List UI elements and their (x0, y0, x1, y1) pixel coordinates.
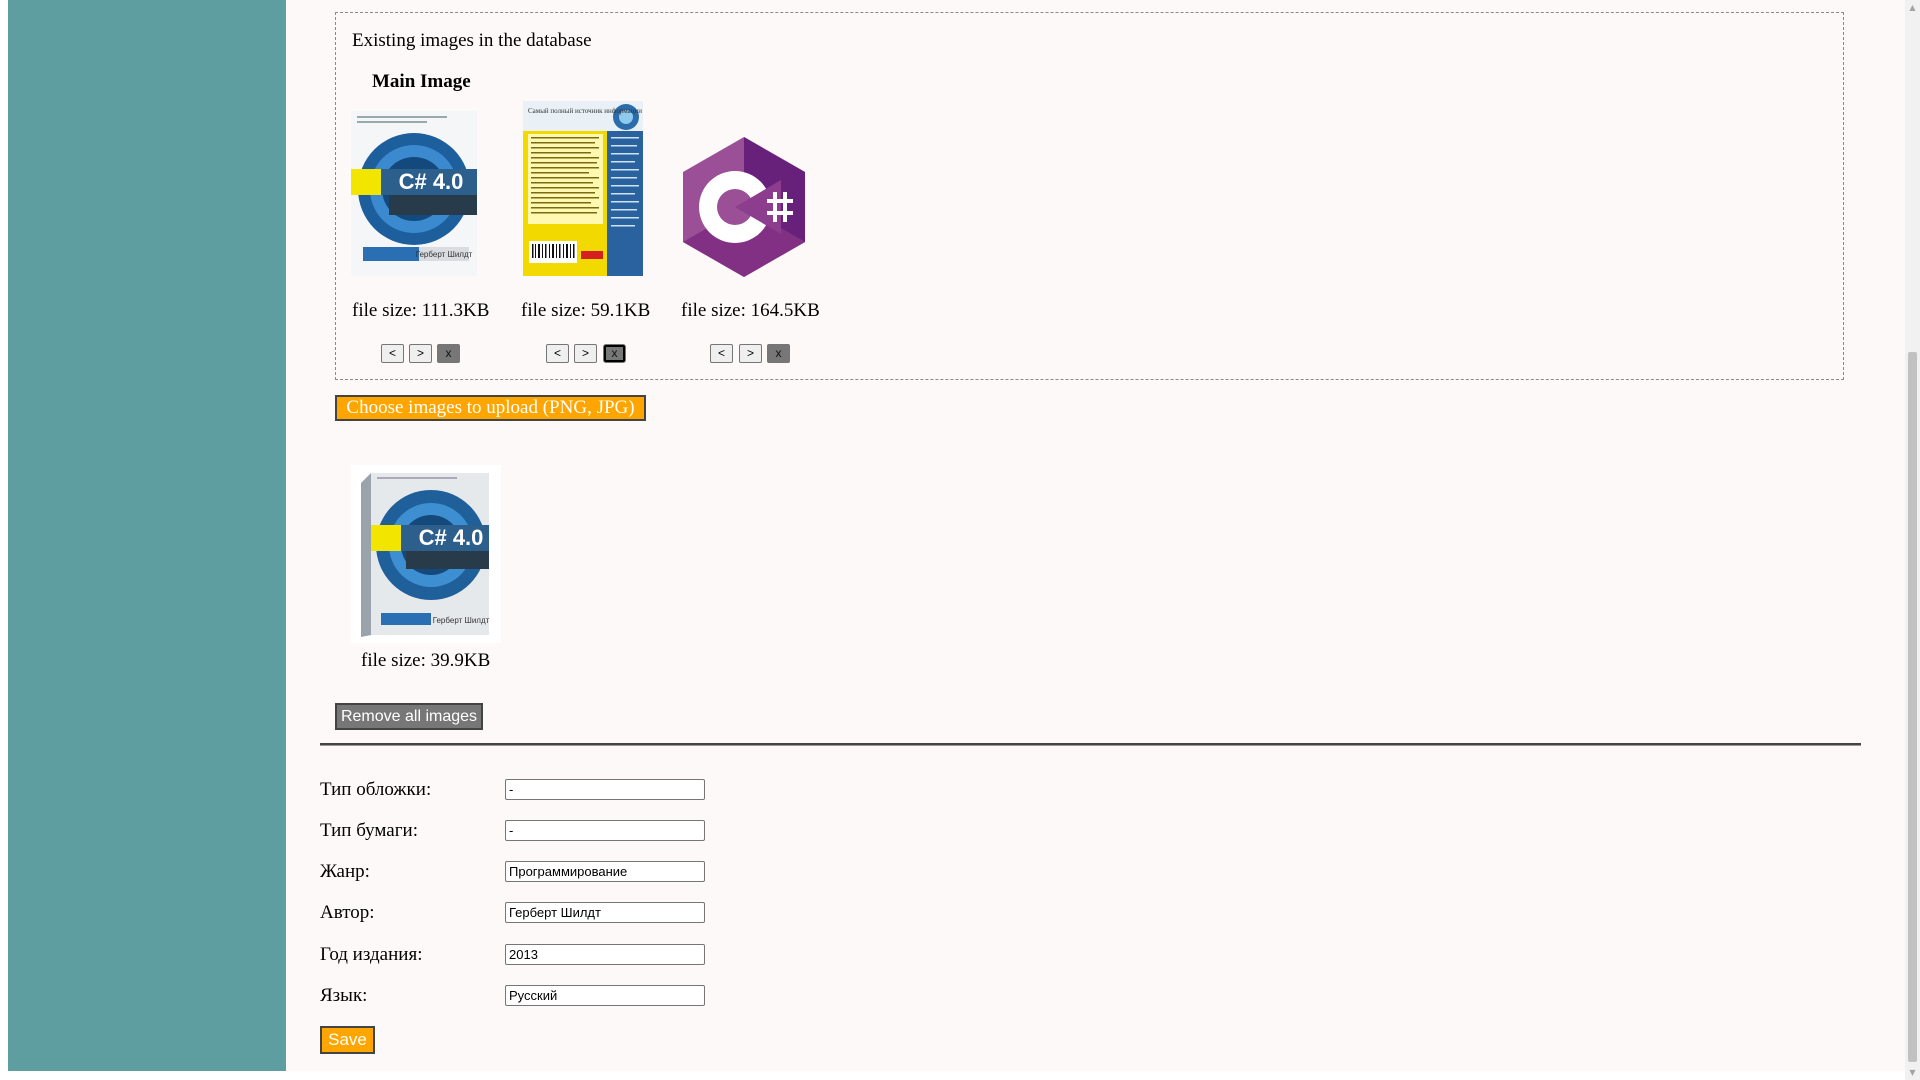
cover-type-input[interactable] (505, 779, 705, 800)
delete-image-button-1[interactable]: x (437, 344, 460, 363)
author-input[interactable] (505, 902, 705, 923)
delete-image-button-2[interactable]: x (603, 344, 626, 363)
upload-preview-file-size: file size: 39.9KB (361, 650, 491, 671)
language-label: Язык: (320, 985, 368, 1006)
csharp-4-book-3d-icon: C# 4.0 Герберт Шилдт (351, 465, 501, 643)
preview-cover-title: C# 4.0 (419, 525, 484, 550)
move-right-button-3[interactable]: > (739, 344, 762, 363)
upload-preview-thumbnail: C# 4.0 Герберт Шилдт (351, 465, 501, 643)
left-sidebar (8, 0, 286, 1071)
thumbnail-3 (681, 137, 807, 277)
language-input[interactable] (505, 985, 705, 1006)
choose-images-button[interactable]: Choose images to upload (PNG, JPG) (335, 395, 646, 421)
cover-author: Герберт Шилдт (416, 250, 473, 259)
main-image-label: Main Image (372, 71, 471, 92)
scroll-up-icon[interactable]: ▲ (1905, 0, 1920, 15)
file-size-2: file size: 59.1KB (521, 300, 651, 321)
thumbnail-2: Самый полный источник информации по C# (523, 101, 643, 276)
move-left-button-2[interactable]: < (546, 344, 569, 363)
csharp-4-book-cover-front-icon: C# 4.0 Герберт Шилдт (351, 111, 477, 276)
thumbnail-1: C# 4.0 Герберт Шилдт (351, 111, 477, 276)
cover-tagline: Самый полный источник информации по C# (528, 107, 643, 115)
vertical-scrollbar[interactable]: ▲ ▼ (1905, 0, 1920, 1080)
delete-image-button-3[interactable]: x (767, 344, 790, 363)
move-right-button-1[interactable]: > (409, 344, 432, 363)
publication-year-label: Год издания: (320, 944, 423, 965)
file-size-1: file size: 111.3KB (352, 300, 490, 321)
cover-title: C# 4.0 (399, 169, 464, 194)
paper-type-input[interactable] (505, 820, 705, 841)
genre-label: Жанр: (320, 861, 370, 882)
genre-input[interactable] (505, 861, 705, 882)
remove-all-images-button[interactable]: Remove all images (335, 703, 483, 730)
paper-type-label: Тип бумаги: (320, 820, 418, 841)
file-size-3: file size: 164.5KB (681, 300, 820, 321)
move-left-button-1[interactable]: < (381, 344, 404, 363)
scroll-down-icon[interactable]: ▼ (1905, 1065, 1920, 1080)
move-right-button-2[interactable]: > (574, 344, 597, 363)
publication-year-input[interactable] (505, 944, 705, 965)
section-divider (320, 743, 1861, 746)
cover-type-label: Тип обложки: (320, 779, 432, 800)
csharp-logo-icon (683, 137, 805, 277)
csharp-book-cover-back-icon: Самый полный источник информации по C# (523, 101, 643, 276)
move-left-button-3[interactable]: < (710, 344, 733, 363)
author-label: Автор: (320, 902, 375, 923)
save-button[interactable]: Save (320, 1026, 375, 1054)
panel-title: Existing images in the database (352, 30, 592, 51)
scrollbar-thumb[interactable] (1908, 352, 1917, 1062)
preview-cover-author: Герберт Шилдт (433, 616, 490, 625)
